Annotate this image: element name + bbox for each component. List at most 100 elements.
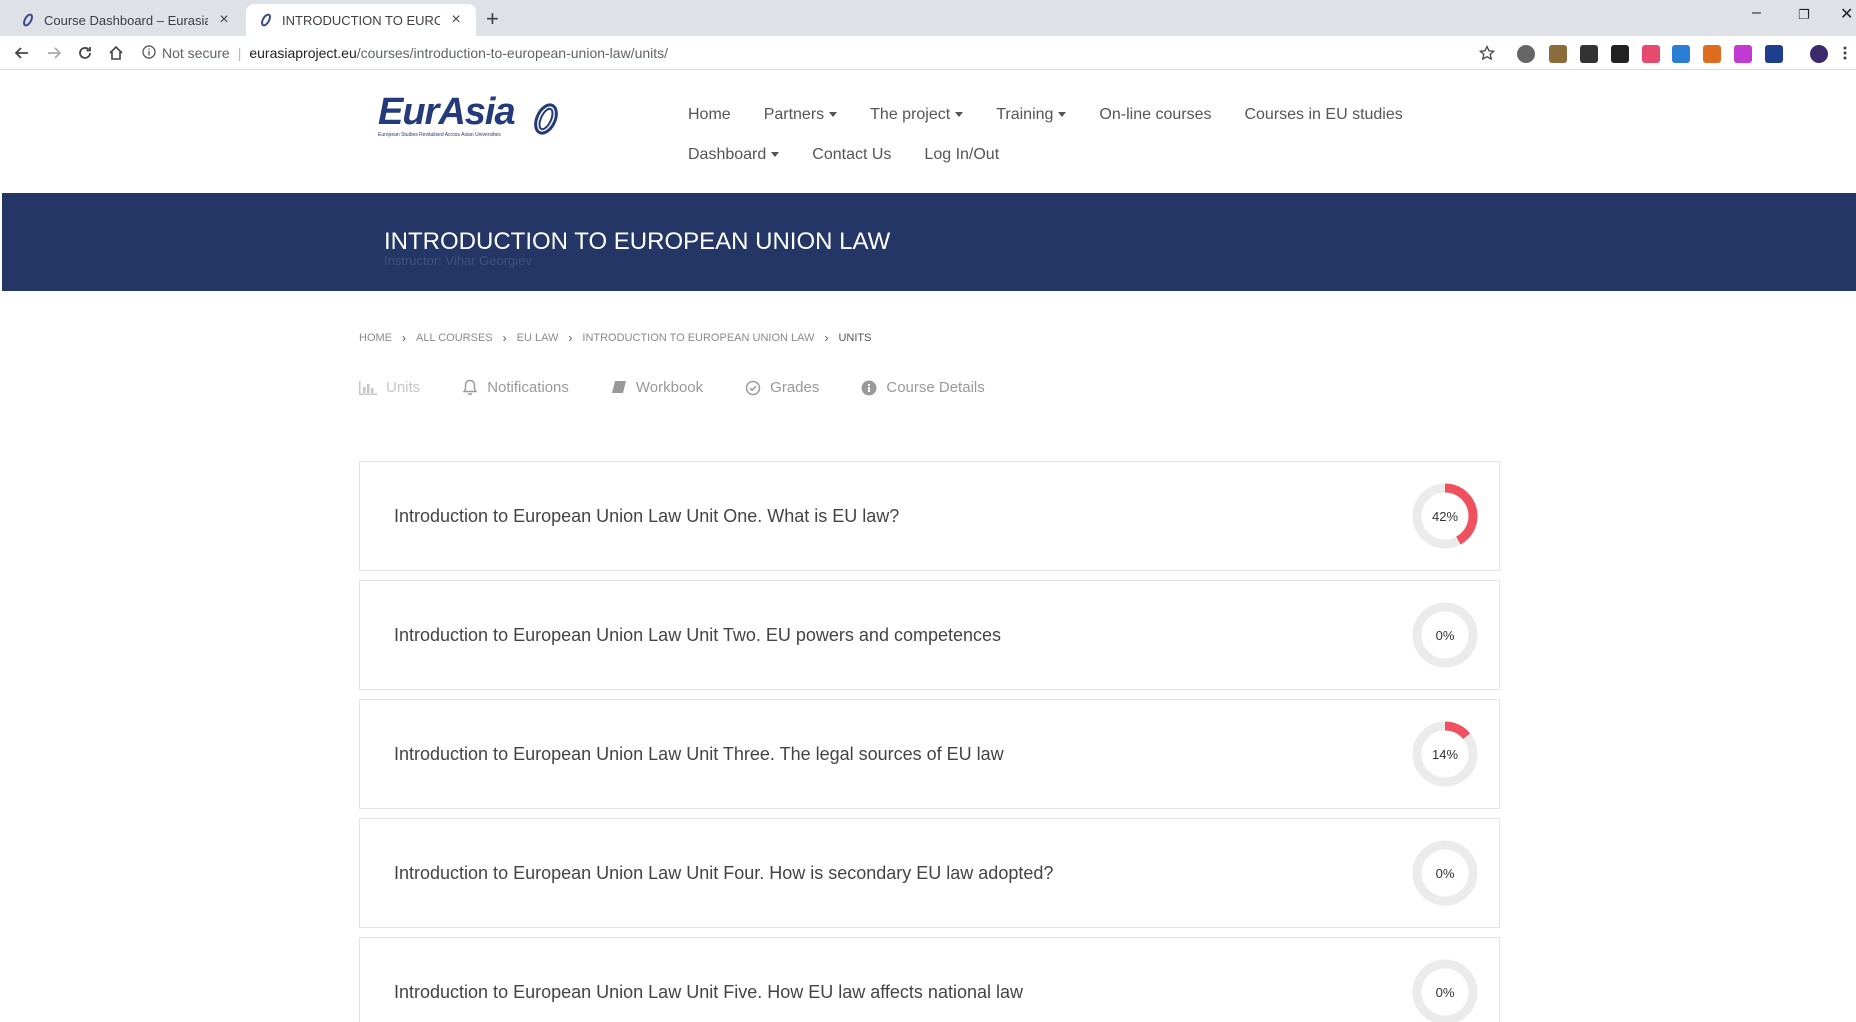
close-tab-icon[interactable]: ×: [216, 11, 232, 29]
wordpress-extension-icon[interactable]: [1517, 45, 1535, 63]
chevron-right-icon: ›: [402, 331, 406, 345]
notion-extension-icon[interactable]: [1611, 45, 1629, 63]
tab-workbook-label: Workbook: [635, 379, 704, 396]
tab-title: INTRODUCTION TO EUROPEAN UNION LAW: [282, 12, 440, 28]
tab-course-details-label: Course Details: [886, 379, 985, 396]
progress-label: 14%: [1431, 746, 1459, 762]
extension-icon[interactable]: [1703, 45, 1721, 63]
extension-icon[interactable]: [1765, 45, 1783, 63]
extension-icon[interactable]: [1549, 45, 1567, 63]
tab-notifications[interactable]: Notifications: [462, 379, 569, 396]
unit-card[interactable]: Introduction to European Union Law Unit …: [359, 580, 1500, 690]
unit-title[interactable]: Introduction to European Union Law Unit …: [394, 700, 1004, 808]
progress-ring: 0%: [1411, 839, 1479, 907]
main-navigation: Home Partners The project Training On-li…: [688, 95, 1448, 175]
course-tabs: Units Notifications Workbook Grades Cour…: [359, 379, 1027, 396]
nav-home[interactable]: Home: [688, 106, 731, 124]
unit-card[interactable]: Introduction to European Union Law Unit …: [359, 699, 1500, 809]
url-path: /courses/introduction-to-european-union-…: [356, 45, 669, 61]
caret-down-icon: [771, 152, 780, 158]
course-hero-banner: INTRODUCTION TO EUROPEAN UNION LAW Instr…: [2, 193, 1856, 291]
nav-contact-us[interactable]: Contact Us: [812, 146, 891, 164]
progress-ring: 42%: [1411, 482, 1479, 550]
unit-card[interactable]: Introduction to European Union Law Unit …: [359, 818, 1500, 928]
tab-course-details[interactable]: Course Details: [861, 379, 985, 396]
tab-grades[interactable]: Grades: [745, 379, 819, 396]
breadcrumb: HOME › ALL COURSES › EU LAW › INTRODUCTI…: [359, 331, 871, 345]
caret-down-icon: [829, 112, 838, 118]
extension-icon[interactable]: [1734, 45, 1752, 63]
unit-card[interactable]: Introduction to European Union Law Unit …: [359, 937, 1500, 1022]
bell-icon: [462, 379, 478, 396]
tab-title: Course Dashboard – Eurasia: [44, 12, 208, 28]
progress-ring: 0%: [1411, 601, 1479, 669]
tab-notifications-label: Notifications: [487, 379, 569, 396]
back-icon[interactable]: [10, 41, 34, 65]
tab-units-label: Units: [386, 379, 421, 396]
unit-title[interactable]: Introduction to European Union Law Unit …: [394, 581, 1001, 689]
unit-title[interactable]: Introduction to European Union Law Unit …: [394, 938, 1023, 1022]
extension-icon[interactable]: [1642, 45, 1660, 63]
unit-list: Introduction to European Union Law Unit …: [359, 461, 1500, 1022]
logo-mark-icon: [534, 103, 558, 135]
address-bar-row: Not secure | eurasiaproject.eu /courses/…: [0, 36, 1856, 70]
nav-training[interactable]: Training: [996, 106, 1067, 124]
window-close-icon[interactable]: ✕: [1840, 4, 1853, 24]
nav-courses-eu-studies[interactable]: Courses in EU studies: [1244, 106, 1402, 124]
profile-avatar[interactable]: [1810, 45, 1828, 63]
forward-icon[interactable]: [42, 41, 66, 65]
security-status: Not secure: [162, 45, 230, 61]
info-icon: [861, 380, 877, 395]
breadcrumb-eu-law[interactable]: EU LAW: [517, 332, 559, 344]
breadcrumb-current: UNITS: [838, 332, 872, 344]
course-title: INTRODUCTION TO EUROPEAN UNION LAW: [384, 228, 891, 255]
breadcrumb-home[interactable]: HOME: [359, 332, 392, 344]
tab-units[interactable]: Units: [359, 379, 420, 396]
browser-tab[interactable]: Course Dashboard – Eurasia ×: [8, 4, 244, 36]
browser-tab-active[interactable]: INTRODUCTION TO EUROPEAN UNION LAW ×: [246, 4, 476, 36]
nav-dashboard[interactable]: Dashboard: [688, 146, 780, 164]
breadcrumb-all-courses[interactable]: ALL COURSES: [416, 332, 493, 344]
check-circle-icon: [745, 380, 761, 395]
site-header: EurAsia European Studies Revitalised Acr…: [0, 71, 1856, 193]
chevron-right-icon: ›: [568, 331, 573, 345]
progress-label: 0%: [1435, 865, 1455, 881]
restore-icon[interactable]: ❐: [1798, 7, 1810, 23]
minimize-icon[interactable]: –: [1752, 4, 1761, 22]
url-field[interactable]: Not secure | eurasiaproject.eu /courses/…: [142, 41, 668, 65]
url-host: eurasiaproject.eu: [249, 45, 357, 61]
progress-label: 0%: [1435, 627, 1455, 643]
info-icon[interactable]: [142, 44, 156, 62]
caret-down-icon: [955, 112, 964, 118]
bookmark-star-icon[interactable]: [1475, 41, 1499, 65]
progress-label: 0%: [1435, 984, 1455, 1000]
tab-workbook[interactable]: Workbook: [611, 379, 703, 396]
nav-login-logout[interactable]: Log In/Out: [924, 146, 999, 164]
chevron-right-icon: ›: [502, 331, 507, 345]
caret-down-icon: [1058, 112, 1067, 118]
extension-icon[interactable]: [1580, 45, 1598, 63]
extension-icon[interactable]: [1672, 45, 1690, 63]
new-tab-icon[interactable]: +: [486, 6, 499, 32]
unit-title[interactable]: Introduction to European Union Law Unit …: [394, 819, 1053, 927]
site-favicon-icon: [258, 12, 274, 28]
close-tab-icon[interactable]: ×: [448, 11, 464, 29]
chevron-right-icon: ›: [824, 331, 829, 345]
book-icon: [611, 381, 626, 394]
unit-title[interactable]: Introduction to European Union Law Unit …: [394, 462, 899, 570]
nav-partners[interactable]: Partners: [764, 106, 838, 124]
bar-chart-icon: [359, 380, 377, 395]
progress-label: 42%: [1431, 508, 1459, 524]
nav-online-courses[interactable]: On-line courses: [1099, 106, 1211, 124]
home-icon[interactable]: [104, 41, 128, 65]
site-logo[interactable]: EurAsia European Studies Revitalised Acr…: [378, 91, 568, 153]
tab-grades-label: Grades: [770, 379, 820, 396]
browser-tab-strip: Course Dashboard – Eurasia × INTRODUCTIO…: [0, 0, 1856, 36]
unit-card[interactable]: Introduction to European Union Law Unit …: [359, 461, 1500, 571]
nav-the-project[interactable]: The project: [870, 106, 964, 124]
breadcrumb-course[interactable]: INTRODUCTION TO EUROPEAN UNION LAW: [582, 332, 814, 344]
reload-icon[interactable]: [73, 41, 97, 65]
progress-ring: 0%: [1411, 958, 1479, 1022]
browser-menu-icon[interactable]: [1838, 41, 1852, 65]
course-instructor: Instructor: Vihar Georgiev: [384, 253, 532, 268]
